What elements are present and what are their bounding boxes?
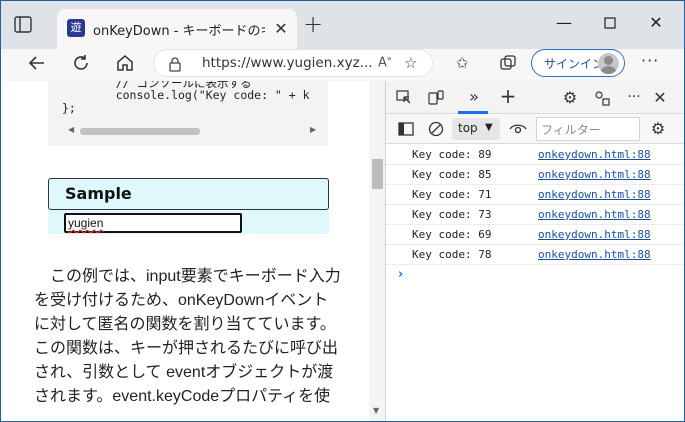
console-toolbar: top ▼ フィルター ⚙ xyxy=(386,114,684,144)
context-selector[interactable]: top ▼ xyxy=(452,118,500,140)
scroll-down-icon[interactable]: ▼ xyxy=(373,406,379,415)
inspect-element-icon[interactable] xyxy=(392,86,416,110)
page-content: // コンソールに表示する console.log("Key code: " +… xyxy=(1,81,385,421)
log-source-link[interactable]: onkeydown.html:88 xyxy=(538,228,651,241)
add-favorite-icon[interactable]: ☆ xyxy=(404,54,417,72)
paragraph-line: を受け付けるため、onKeyDownイベント xyxy=(34,292,329,309)
log-message: Key code: 78 xyxy=(412,248,492,261)
settings-gear-icon[interactable]: ⚙ xyxy=(558,86,582,110)
new-tab-plus-icon[interactable]: + xyxy=(301,12,325,37)
log-source-link[interactable]: onkeydown.html:88 xyxy=(538,208,651,221)
title-bar: 遊 onKeyDown - キーボードのキーが押さ ✕ + — ✕ xyxy=(1,1,684,49)
home-icon[interactable] xyxy=(109,49,141,77)
console-log-row: Key code: 78 onkeydown.html:88 xyxy=(386,245,684,265)
console-prompt[interactable]: › xyxy=(398,267,403,282)
avatar xyxy=(598,53,619,74)
address-bar[interactable]: https://www.yugien.xyz... A» ☆ xyxy=(153,49,433,77)
tab-title: onKeyDown - キーボードのキーが押さ xyxy=(93,24,265,39)
devtools-panel: » + ⚙ ··· ✕ top ▼ フィルター ⚙ Key code: 89 o… xyxy=(385,81,684,421)
log-source-link[interactable]: onkeydown.html:88 xyxy=(538,168,651,181)
minimize-icon[interactable]: — xyxy=(541,9,587,37)
browser-tab[interactable]: 遊 onKeyDown - キーボードのキーが押さ ✕ xyxy=(57,9,297,49)
scrollbar-thumb[interactable] xyxy=(80,128,200,135)
browser-toolbar: https://www.yugien.xyz... A» ☆ ✩ サインイン ·… xyxy=(1,49,684,81)
paragraph-line: され、引数として eventオブジェクトが渡 xyxy=(34,364,334,381)
sample-box: Sample yugien xyxy=(48,178,329,234)
caret-down-icon: ▼ xyxy=(485,122,493,133)
read-aloud-icon[interactable]: A» xyxy=(378,54,392,70)
more-tabs-icon[interactable]: » xyxy=(462,85,486,109)
log-message: Key code: 85 xyxy=(412,168,492,181)
console-log-row: Key code: 69 onkeydown.html:88 xyxy=(386,225,684,245)
sample-text-input[interactable]: yugien xyxy=(64,213,242,233)
more-icon[interactable]: ··· xyxy=(641,51,659,70)
device-emulation-icon[interactable] xyxy=(424,86,448,110)
maximize-icon[interactable] xyxy=(587,9,633,37)
console-log-list: Key code: 89 onkeydown.html:88 Key code:… xyxy=(386,145,684,265)
console-log-row: Key code: 71 onkeydown.html:88 xyxy=(386,185,684,205)
signin-button[interactable]: サインイン xyxy=(531,49,625,77)
tab-close-icon[interactable]: ✕ xyxy=(271,19,291,39)
code-horizontal-scrollbar[interactable]: ◀ ▶ xyxy=(48,125,328,137)
console-log-row: Key code: 89 onkeydown.html:88 xyxy=(386,145,684,165)
code-line: }; xyxy=(62,101,76,115)
refresh-icon[interactable] xyxy=(65,49,97,77)
devtools-tab-bar: » + ⚙ ··· ✕ xyxy=(386,81,684,114)
console-settings-gear-icon[interactable]: ⚙ xyxy=(646,117,670,141)
customize-icon[interactable] xyxy=(590,86,614,110)
sidebar-toggle-icon[interactable] xyxy=(394,117,418,141)
favorites-icon[interactable]: ✩ xyxy=(449,51,475,75)
browser-window: 遊 onKeyDown - キーボードのキーが押さ ✕ + — ✕ https:… xyxy=(1,1,684,421)
window-close-icon[interactable]: ✕ xyxy=(633,9,679,37)
console-log-row: Key code: 73 onkeydown.html:88 xyxy=(386,205,684,225)
sample-title: Sample xyxy=(65,184,132,203)
clear-console-icon[interactable] xyxy=(424,117,448,141)
live-expression-eye-icon[interactable] xyxy=(506,117,530,141)
tab-actions-icon[interactable] xyxy=(13,15,35,35)
code-line: console.log("Key code: " + k xyxy=(88,88,310,102)
code-block: // コンソールに表示する console.log("Key code: " +… xyxy=(48,81,328,146)
add-tab-plus-icon[interactable]: + xyxy=(496,84,520,108)
log-source-link[interactable]: onkeydown.html:88 xyxy=(538,188,651,201)
console-filter-input[interactable]: フィルター xyxy=(536,117,640,141)
filter-placeholder: フィルター xyxy=(541,123,601,137)
lock-icon[interactable] xyxy=(168,56,182,72)
page-vertical-scrollbar[interactable]: ▼ xyxy=(369,81,385,421)
back-arrow-icon[interactable] xyxy=(21,49,53,77)
log-message: Key code: 89 xyxy=(412,148,492,161)
scroll-right-icon[interactable]: ▶ xyxy=(310,125,316,134)
collections-icon[interactable] xyxy=(495,51,521,75)
log-source-link[interactable]: onkeydown.html:88 xyxy=(538,148,651,161)
paragraph-line: されます。event.keyCodeプロパティを使 xyxy=(34,388,331,405)
explanation-paragraph: この例では、input要素でキーボード入力 を受け付けるため、onKeyDown… xyxy=(34,265,352,409)
paragraph-line: この関数は、キーが押されるたびに呼び出 xyxy=(34,340,339,357)
devtools-close-icon[interactable]: ✕ xyxy=(648,86,672,110)
sample-header: Sample xyxy=(48,178,329,210)
log-message: Key code: 69 xyxy=(412,228,492,241)
paragraph-line: この例では、input要素でキーボード入力 xyxy=(34,268,341,285)
devtools-more-icon[interactable]: ··· xyxy=(622,85,646,109)
log-source-link[interactable]: onkeydown.html:88 xyxy=(538,248,651,261)
paragraph-line: に対して匿名の関数を割り当てています。 xyxy=(34,316,336,333)
site-favicon-icon: 遊 xyxy=(67,19,85,37)
url-text[interactable]: https://www.yugien.xyz... xyxy=(202,55,382,71)
log-message: Key code: 73 xyxy=(412,208,492,221)
log-message: Key code: 71 xyxy=(412,188,492,201)
console-log-row: Key code: 85 onkeydown.html:88 xyxy=(386,165,684,185)
signin-label: サインイン xyxy=(544,57,605,71)
scroll-left-icon[interactable]: ◀ xyxy=(68,125,74,134)
context-label: top xyxy=(458,121,478,135)
scrollbar-thumb[interactable] xyxy=(372,159,383,189)
